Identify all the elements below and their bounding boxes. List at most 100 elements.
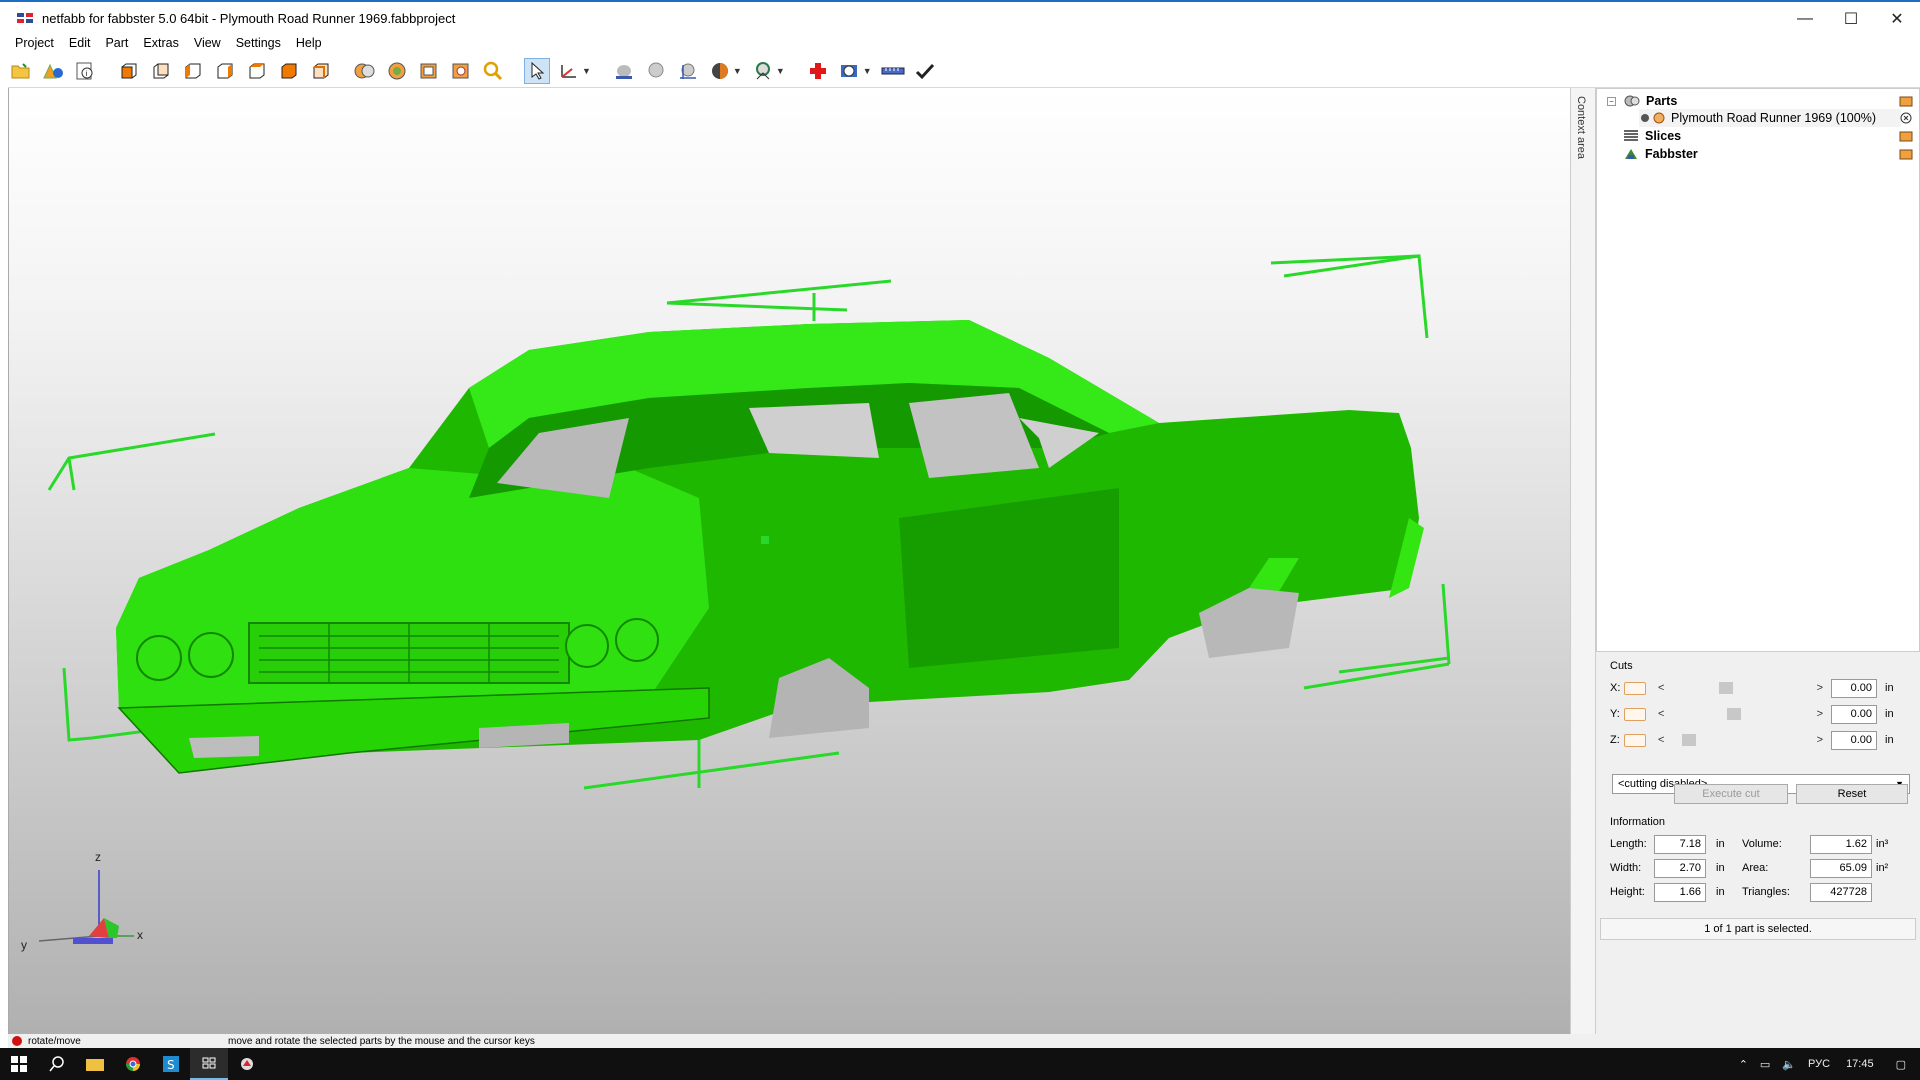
view-left-icon[interactable] [180, 58, 206, 84]
menu-project[interactable]: Project [8, 34, 62, 52]
menu-edit[interactable]: Edit [62, 34, 99, 52]
tray-chevron-up-icon[interactable]: ⌃ [1739, 1058, 1748, 1071]
cut-z-color-swatch[interactable] [1624, 733, 1646, 747]
height-unit: in [1716, 886, 1725, 898]
slider-right-arrow-icon[interactable]: > [1817, 734, 1823, 746]
cut-z-slider-thumb[interactable] [1681, 734, 1696, 746]
tree-row-part[interactable]: Plymouth Road Runner 1969 (100%) [1639, 109, 1901, 127]
menu-part[interactable]: Part [98, 34, 136, 52]
file-explorer-icon[interactable] [76, 1048, 114, 1080]
menu-settings[interactable]: Settings [229, 34, 289, 52]
slider-left-arrow-icon[interactable]: < [1658, 682, 1664, 694]
task-view-icon[interactable] [190, 1048, 228, 1080]
material-icon[interactable] [707, 58, 733, 84]
visibility-icon[interactable] [1639, 111, 1651, 125]
smooth-icon[interactable] [643, 58, 669, 84]
netfabb-taskbar-icon[interactable] [228, 1048, 266, 1080]
support-dropdown-icon[interactable]: ▼ [776, 66, 785, 76]
mesh-icon[interactable] [416, 58, 442, 84]
slider-right-arrow-icon[interactable]: > [1817, 708, 1823, 720]
model-render[interactable] [9, 88, 1570, 1034]
maximize-button[interactable]: ☐ [1828, 2, 1874, 36]
cut-y-slider[interactable]: < > [1658, 707, 1823, 721]
add-part-icon[interactable] [40, 58, 66, 84]
volume-value: 1.62 [1810, 834, 1872, 854]
apply-check-icon[interactable] [912, 58, 938, 84]
axis-y-label: y [21, 938, 27, 952]
settings-gear-icon[interactable] [837, 58, 863, 84]
context-area-tab[interactable]: Context area [1570, 88, 1596, 1034]
minimize-button[interactable]: — [1782, 2, 1828, 36]
cut-z-value-input[interactable]: 0.00 [1831, 730, 1877, 750]
cut-y-value-input[interactable]: 0.00 [1831, 704, 1877, 724]
support-icon[interactable] [750, 58, 776, 84]
volume-icon[interactable]: 🔈 [1782, 1058, 1796, 1071]
slice-view-icon[interactable] [675, 58, 701, 84]
cut-x-slider[interactable]: < > [1658, 681, 1823, 695]
execute-cut-button[interactable]: Execute cut [1674, 784, 1788, 804]
length-value: 7.18 [1654, 834, 1706, 854]
search-icon[interactable] [38, 1048, 76, 1080]
menu-help[interactable]: Help [289, 34, 330, 52]
zoom-icon[interactable] [480, 58, 506, 84]
view-top-icon[interactable] [244, 58, 270, 84]
repair-icon[interactable] [352, 58, 378, 84]
app-s-icon[interactable]: S [152, 1048, 190, 1080]
network-icon[interactable]: ▭ [1760, 1058, 1770, 1071]
chrome-icon[interactable] [114, 1048, 152, 1080]
move-axis-icon[interactable] [556, 58, 582, 84]
add-repair-icon[interactable] [805, 58, 831, 84]
view-bottom-icon[interactable] [276, 58, 302, 84]
ruler-icon[interactable] [880, 58, 906, 84]
3d-viewport[interactable]: z x y [8, 88, 1570, 1034]
view-iso-icon[interactable] [308, 58, 334, 84]
width-label: Width: [1610, 862, 1642, 874]
menu-view[interactable]: View [187, 34, 229, 52]
cut-x-value-input[interactable]: 0.00 [1831, 678, 1877, 698]
collapse-icon[interactable]: − [1607, 96, 1616, 106]
remove-part-icon[interactable] [1899, 112, 1913, 124]
cut-x-slider-thumb[interactable] [1718, 682, 1733, 694]
cut-y-color-swatch[interactable] [1624, 707, 1646, 721]
open-project-icon[interactable] [8, 58, 34, 84]
svg-text:i: i [86, 70, 88, 78]
fabbster-icon [1625, 149, 1637, 159]
slices-settings-icon[interactable] [1899, 130, 1913, 142]
slider-left-arrow-icon[interactable]: < [1658, 734, 1664, 746]
tree-row-fabbster[interactable]: Fabbster [1623, 145, 1698, 163]
tree-row-parts[interactable]: − Parts [1607, 92, 1677, 110]
measure-icon[interactable] [448, 58, 474, 84]
fabbster-settings-icon[interactable] [1899, 148, 1913, 160]
start-windows-icon[interactable] [0, 1048, 38, 1080]
material-dropdown-icon[interactable]: ▼ [733, 66, 742, 76]
cut-y-slider-thumb[interactable] [1727, 708, 1742, 720]
car-model [116, 320, 1424, 774]
view-back-icon[interactable] [148, 58, 174, 84]
menu-extras[interactable]: Extras [136, 34, 186, 52]
view-front-icon[interactable] [116, 58, 142, 84]
cut-row-z: Z: < > 0.00 in [1610, 730, 1894, 750]
notifications-icon[interactable]: ▢ [1896, 1058, 1906, 1071]
language-indicator[interactable]: РУС [1808, 1058, 1830, 1070]
parts-settings-icon[interactable] [1899, 95, 1913, 107]
analyze-icon[interactable] [384, 58, 410, 84]
select-cursor-icon[interactable] [524, 57, 550, 84]
part-color-icon[interactable] [1653, 111, 1665, 125]
move-axis-dropdown-icon[interactable]: ▼ [582, 66, 591, 76]
slider-left-arrow-icon[interactable]: < [1658, 708, 1664, 720]
shading-icon[interactable] [611, 58, 637, 84]
project-info-icon[interactable]: i [72, 58, 98, 84]
cut-x-color-swatch[interactable] [1624, 681, 1646, 695]
clock[interactable]: 17:45 [1846, 1058, 1874, 1070]
reset-button[interactable]: Reset [1796, 784, 1908, 804]
parts-icon [1624, 95, 1640, 107]
close-button[interactable]: ✕ [1874, 2, 1920, 36]
settings-dropdown-icon[interactable]: ▼ [863, 66, 872, 76]
window-title: netfabb for fabbster 5.0 64bit - Plymout… [42, 10, 456, 26]
slider-right-arrow-icon[interactable]: > [1817, 682, 1823, 694]
cut-y-label: Y: [1610, 708, 1620, 720]
view-right-icon[interactable] [212, 58, 238, 84]
record-icon [12, 1036, 22, 1046]
tree-row-slices[interactable]: Slices [1623, 127, 1681, 145]
cut-z-slider[interactable]: < > [1658, 733, 1823, 747]
